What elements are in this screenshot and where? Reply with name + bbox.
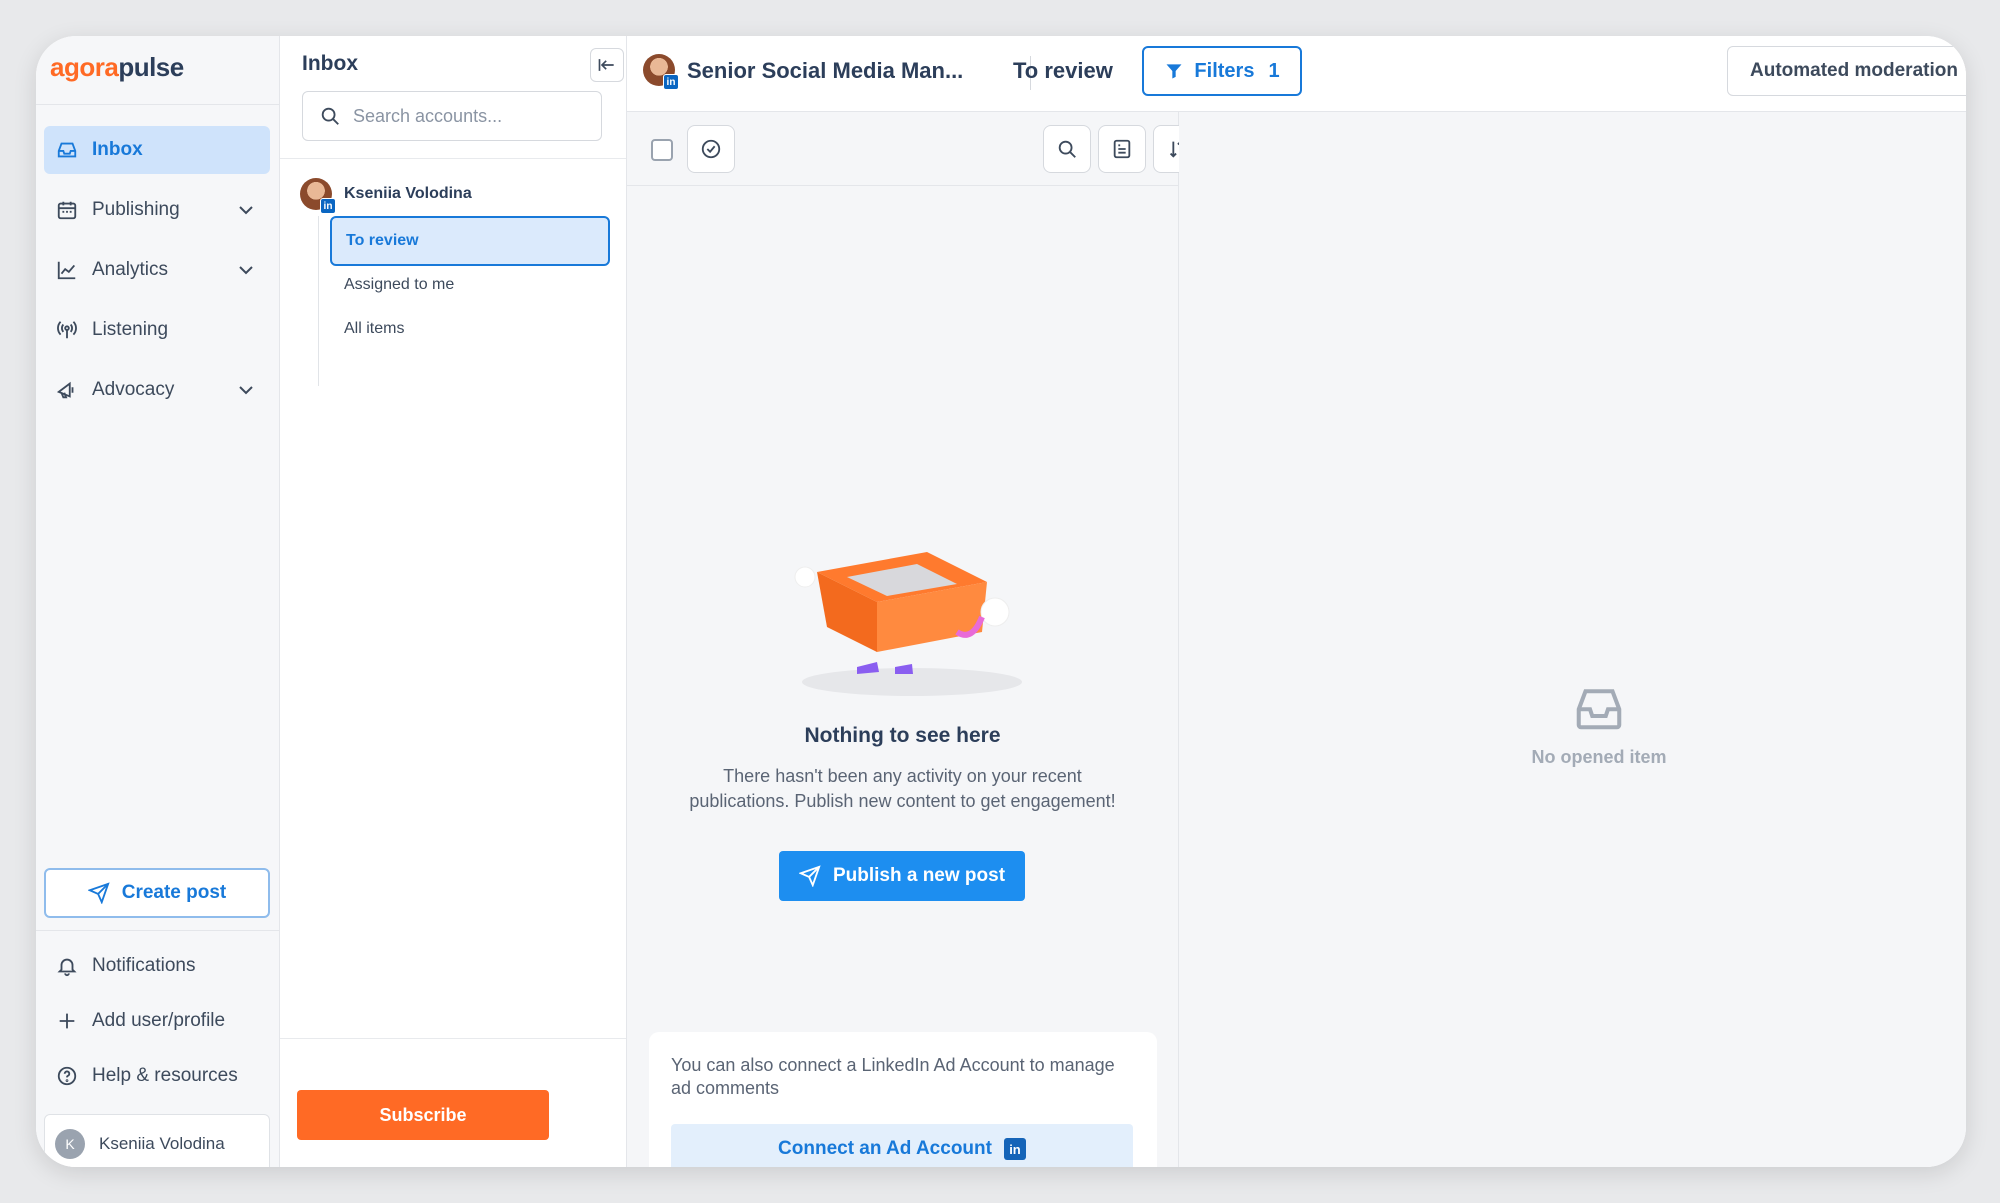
linkedin-icon: in (320, 198, 336, 214)
account-name: Kseniia Volodina (344, 185, 472, 202)
list-toolbar (627, 112, 1201, 186)
plus-icon (54, 1008, 80, 1034)
account-avatar: in (300, 178, 336, 214)
panel-divider (280, 1038, 626, 1039)
search-box[interactable] (302, 91, 602, 141)
topbar: in Senior Social Media Man... To review … (627, 36, 1966, 112)
filter-icon (1166, 64, 1182, 79)
collapse-left-icon (598, 59, 614, 71)
check-circle-icon (701, 139, 721, 159)
calendar-icon (54, 197, 80, 223)
nav-item-label: Inbox (92, 139, 143, 160)
account-row[interactable]: in Kseniia Volodina (300, 178, 472, 214)
inbox-tray-icon (1576, 689, 1622, 730)
bell-icon (54, 953, 80, 979)
line-chart-icon (54, 257, 80, 283)
nav-item-label: Publishing (92, 199, 180, 220)
create-post-button[interactable]: Create post (44, 868, 270, 918)
no-item-label: No opened item (1531, 747, 1667, 767)
no-item-placeholder: No opened item (1499, 682, 1699, 768)
mark-reviewed-button[interactable] (687, 125, 735, 173)
panel-divider (280, 158, 626, 159)
inbox-icon (54, 137, 80, 163)
inbox-panel: Inbox in Kseniia Volodina To review Assi… (280, 36, 627, 1167)
user-profile-chip[interactable]: K Kseniia Volodina (44, 1114, 270, 1167)
subitem-all-items[interactable]: All items (330, 304, 610, 354)
add-user-link[interactable]: Add user/profile (44, 999, 270, 1043)
chevron-down-icon[interactable] (234, 378, 258, 402)
tree-line (318, 216, 319, 386)
search-items-button[interactable] (1043, 125, 1091, 173)
nav-divider (36, 930, 279, 931)
filter-count-badge: 1 (1268, 59, 1280, 82)
nav-item-publishing[interactable]: Publishing (44, 186, 270, 234)
automated-moderation-button[interactable]: Automated moderation (1727, 46, 1966, 96)
item-list: Nothing to see here There hasn't been an… (627, 112, 1201, 1167)
nav-item-inbox[interactable]: Inbox (44, 126, 270, 174)
main-nav: agorapulse Inbox Publishing Analytics Li… (36, 36, 280, 1167)
view-label: To review (1013, 58, 1113, 83)
help-link[interactable]: Help & resources (44, 1054, 270, 1098)
megaphone-icon (54, 377, 80, 403)
linkedin-icon: in (663, 74, 679, 90)
app-window: agorapulse Inbox Publishing Analytics Li… (36, 36, 1966, 1167)
empty-state-text: There hasn't been any activity on your r… (689, 766, 1116, 811)
empty-box-illustration (794, 552, 1022, 696)
nav-item-label: Analytics (92, 259, 169, 280)
document-list-icon (1113, 139, 1131, 159)
subitem-assigned-to-me[interactable]: Assigned to me (330, 260, 610, 310)
panel-title: Inbox (302, 52, 358, 75)
detail-pane: No opened item (1179, 112, 1966, 1167)
subscribe-button[interactable]: Subscribe (297, 1090, 549, 1140)
avatar: K (55, 1129, 85, 1159)
ad-account-text: You can also connect a LinkedIn Ad Accou… (671, 1055, 1115, 1098)
chevron-down-icon[interactable] (234, 258, 258, 282)
nav-item-label: Listening (92, 319, 169, 340)
select-all-checkbox[interactable] (651, 139, 673, 161)
empty-state-title: Nothing to see here (804, 724, 1001, 747)
connect-ad-account-button[interactable]: Connect an Ad Account in (671, 1124, 1133, 1167)
subitem-to-review[interactable]: To review (330, 216, 610, 266)
ad-account-card: You can also connect a LinkedIn Ad Accou… (649, 1032, 1157, 1167)
profile-title[interactable]: Senior Social Media Man... (687, 58, 963, 84)
user-name: Kseniia Volodina (99, 1134, 225, 1153)
nav-item-advocacy[interactable]: Advocacy (44, 366, 270, 414)
nav-divider (36, 104, 279, 105)
nav-item-listening[interactable]: Listening (44, 306, 270, 354)
send-icon (798, 865, 821, 887)
collapse-panel-button[interactable] (590, 48, 624, 82)
nav-item-analytics[interactable]: Analytics (44, 246, 270, 294)
search-icon (1058, 140, 1076, 158)
filters-button[interactable]: Filters 1 (1142, 46, 1302, 96)
nav-item-label: Advocacy (92, 379, 175, 400)
notifications-link[interactable]: Notifications (44, 944, 270, 988)
search-input[interactable] (353, 105, 593, 127)
help-icon (54, 1063, 80, 1089)
send-icon (87, 882, 110, 904)
search-icon (321, 107, 339, 125)
linkedin-icon: in (1003, 1138, 1026, 1160)
broadcast-icon (54, 317, 80, 343)
view-options-button[interactable] (1098, 125, 1146, 173)
agorapulse-logo[interactable]: agorapulse (50, 52, 184, 83)
chevron-down-icon[interactable] (234, 198, 258, 222)
profile-avatar: in (643, 54, 679, 90)
publish-new-post-button[interactable]: Publish a new post (779, 851, 1025, 901)
